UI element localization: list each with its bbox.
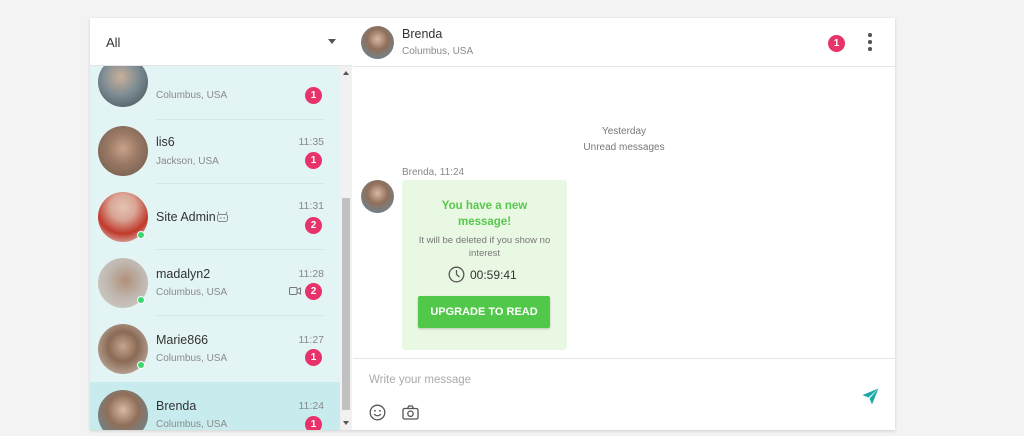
conversation-item[interactable]: Site Admin 11:31 2 xyxy=(90,184,340,250)
conversation-item-active[interactable]: Brenda Columbus, USA 11:24 1 xyxy=(90,382,340,430)
messenger-window: All Columbus, USA 1 lis6 Jackson, USA 11… xyxy=(90,18,895,430)
message-area: Yesterday Unread messages Brenda, 11:24 … xyxy=(353,67,895,357)
day-separator: Yesterday xyxy=(601,126,647,137)
emoji-icon[interactable] xyxy=(369,404,386,421)
conversation-location: Columbus, USA xyxy=(156,353,228,364)
conversation-item[interactable]: Marie866 Columbus, USA 11:27 1 xyxy=(90,316,340,382)
conversation-item[interactable]: lis6 Jackson, USA 11:35 1 xyxy=(90,118,340,184)
conversation-panel: All Columbus, USA 1 lis6 Jackson, USA 11… xyxy=(90,18,352,430)
conversation-list: Columbus, USA 1 lis6 Jackson, USA 11:35 … xyxy=(90,66,340,430)
scroll-thumb[interactable] xyxy=(342,198,350,410)
avatar xyxy=(98,126,148,176)
locked-message-bubble: You have a new message! It will be delet… xyxy=(402,180,567,350)
upgrade-to-read-button[interactable]: UPGRADE TO READ xyxy=(418,296,550,328)
unread-badge: 1 xyxy=(305,152,322,169)
clock-icon xyxy=(448,266,465,283)
chat-panel: Brenda Columbus, USA 1 Yesterday Unread … xyxy=(353,18,895,430)
avatar xyxy=(98,66,148,107)
unread-separator: Unread messages xyxy=(583,142,665,153)
online-indicator xyxy=(137,361,145,369)
unread-badge: 1 xyxy=(305,87,322,104)
unread-badge: 1 xyxy=(305,416,322,430)
message-avatar xyxy=(361,180,394,213)
video-icon xyxy=(289,287,301,295)
conversation-name: lis6 xyxy=(156,135,175,149)
message-input[interactable] xyxy=(369,371,809,389)
locked-message-title: You have a new message! xyxy=(441,200,528,228)
conversation-location: Columbus, USA xyxy=(156,90,228,101)
conversation-name: Site Admin xyxy=(156,210,216,224)
online-indicator xyxy=(137,296,145,304)
more-vert-icon[interactable] xyxy=(865,32,875,52)
unread-badge: 2 xyxy=(305,217,322,234)
conversation-time: 11:27 xyxy=(298,334,325,346)
conversation-item[interactable]: madalyn2 Columbus, USA 11:28 2 xyxy=(90,250,340,316)
robot-icon xyxy=(217,211,228,222)
conversation-location: Columbus, USA xyxy=(156,419,228,430)
conversation-item[interactable]: Columbus, USA 1 xyxy=(90,66,340,120)
scroll-up-arrow-icon[interactable] xyxy=(343,71,349,75)
filter-dropdown[interactable]: All xyxy=(90,18,352,66)
chat-contact-name[interactable]: Brenda xyxy=(402,27,442,41)
conversation-location: Columbus, USA xyxy=(156,287,228,298)
chat-avatar[interactable] xyxy=(361,26,394,59)
conversation-location: Jackson, USA xyxy=(156,156,219,167)
conversation-name: madalyn2 xyxy=(156,267,211,281)
avatar xyxy=(98,390,148,430)
online-indicator xyxy=(137,231,145,239)
conversation-time: 11:31 xyxy=(298,200,325,212)
locked-message-note: It will be deleted if you show no intere… xyxy=(418,235,551,259)
chat-header: Brenda Columbus, USA 1 xyxy=(353,18,895,67)
list-scrollbar[interactable] xyxy=(340,66,352,430)
conversation-time: 11:28 xyxy=(298,268,325,280)
message-composer xyxy=(353,358,895,430)
unread-badge: 2 xyxy=(305,283,322,300)
unread-badge: 1 xyxy=(828,35,845,52)
chevron-down-icon xyxy=(328,39,336,44)
unread-badge: 1 xyxy=(305,349,322,366)
conversation-name: Marie866 xyxy=(156,333,209,347)
conversation-time: 11:24 xyxy=(298,400,325,412)
chat-contact-location: Columbus, USA xyxy=(402,46,474,57)
conversation-time: 11:35 xyxy=(298,136,325,148)
camera-icon[interactable] xyxy=(402,405,419,420)
countdown-value: 00:59:41 xyxy=(470,268,517,282)
scroll-down-arrow-icon[interactable] xyxy=(343,421,349,425)
send-icon[interactable] xyxy=(862,388,879,405)
conversation-name: Brenda xyxy=(156,399,197,413)
message-meta: Brenda, 11:24 xyxy=(402,167,465,178)
filter-selected-value: All xyxy=(106,35,121,50)
